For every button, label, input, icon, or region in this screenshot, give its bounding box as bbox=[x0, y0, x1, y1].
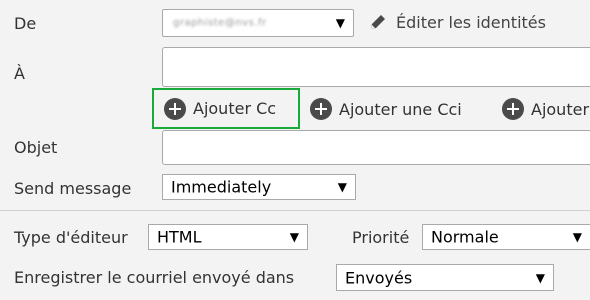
editor-type-label: Type d'éditeur bbox=[14, 228, 128, 247]
save-sent-folder-select[interactable]: Envoyés ▼ bbox=[336, 264, 554, 291]
to-label: À bbox=[14, 64, 25, 83]
chevron-down-icon: ▼ bbox=[572, 230, 582, 244]
plus-circle-icon bbox=[310, 98, 332, 120]
add-followup-label: Ajouter bbox=[531, 99, 590, 119]
editor-type-value: HTML bbox=[157, 227, 202, 247]
subject-input[interactable] bbox=[162, 130, 590, 165]
from-identity-value: graphiste@nvs.fr bbox=[173, 17, 267, 29]
subject-label: Objet bbox=[14, 138, 58, 157]
add-cc-button[interactable]: Ajouter Cc bbox=[152, 88, 300, 129]
plus-circle-icon bbox=[164, 97, 186, 120]
send-message-label: Send message bbox=[14, 179, 132, 198]
to-field[interactable] bbox=[162, 47, 590, 87]
chevron-down-icon: ▼ bbox=[335, 16, 345, 30]
from-label: De bbox=[14, 14, 37, 33]
save-sent-label: Enregistrer le courriel envoyé dans bbox=[14, 268, 295, 287]
chevron-down-icon: ▼ bbox=[337, 180, 347, 194]
from-identity-select[interactable]: graphiste@nvs.fr ▼ bbox=[162, 9, 354, 37]
pencil-icon bbox=[371, 15, 385, 29]
editor-type-select[interactable]: HTML ▼ bbox=[148, 224, 308, 250]
priority-label: Priorité bbox=[352, 228, 410, 247]
edit-identities-label: Éditer les identités bbox=[396, 12, 546, 32]
add-bcc-label: Ajouter une Cci bbox=[339, 99, 462, 119]
section-divider bbox=[0, 210, 590, 211]
save-sent-folder-value: Envoyés bbox=[345, 268, 413, 287]
chevron-down-icon: ▼ bbox=[289, 230, 299, 244]
plus-circle-icon bbox=[502, 98, 524, 120]
send-message-select[interactable]: Immediately ▼ bbox=[162, 174, 356, 200]
add-cc-label: Ajouter Cc bbox=[193, 99, 277, 118]
priority-value: Normale bbox=[431, 227, 499, 247]
add-followup-button[interactable]: Ajouter bbox=[502, 96, 589, 122]
priority-select[interactable]: Normale ▼ bbox=[422, 224, 590, 250]
send-message-value: Immediately bbox=[171, 177, 272, 197]
add-bcc-button[interactable]: Ajouter une Cci bbox=[310, 96, 462, 122]
edit-identities-link[interactable]: Éditer les identités bbox=[368, 12, 546, 32]
chevron-down-icon: ▼ bbox=[535, 270, 545, 285]
